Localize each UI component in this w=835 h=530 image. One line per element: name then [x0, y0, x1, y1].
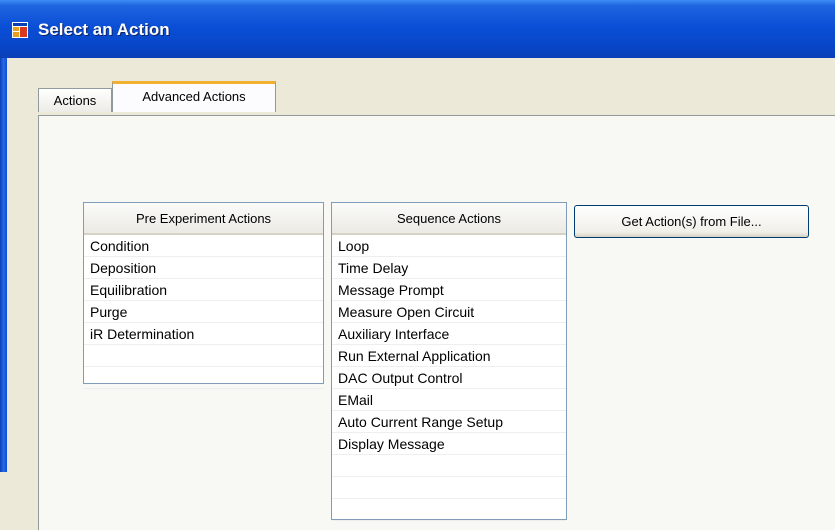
tab-actions[interactable]: Actions [38, 88, 112, 112]
app-window-icon [12, 22, 28, 38]
window-title: Select an Action [38, 20, 170, 39]
title-bar[interactable]: Select an Action [0, 0, 835, 58]
pre-experiment-action-item[interactable]: Purge [84, 301, 323, 323]
pre-experiment-action-item[interactable]: iR Determination [84, 323, 323, 345]
sequence-action-item[interactable] [332, 477, 566, 499]
sequence-action-item[interactable]: Display Message [332, 433, 566, 455]
sequence-action-item[interactable]: Auxiliary Interface [332, 323, 566, 345]
advanced-actions-panel: Pre Experiment Actions Condition Depositi… [38, 115, 835, 530]
select-action-dialog: Select an Action Actions Advanced Action… [0, 0, 835, 530]
sequence-action-item[interactable]: Measure Open Circuit [332, 301, 566, 323]
sequence-actions-header: Sequence Actions [332, 203, 566, 235]
sequence-action-item[interactable]: Run External Application [332, 345, 566, 367]
pre-experiment-action-item[interactable] [84, 367, 323, 389]
sequence-action-item[interactable]: Auto Current Range Setup [332, 411, 566, 433]
sequence-action-item[interactable]: Time Delay [332, 257, 566, 279]
sequence-action-item[interactable]: Loop [332, 235, 566, 257]
pre-experiment-action-item[interactable]: Deposition [84, 257, 323, 279]
pre-experiment-actions-header: Pre Experiment Actions [84, 203, 323, 235]
window-frame [0, 58, 7, 472]
sequence-actions-list[interactable]: Sequence Actions Loop Time Delay Message P… [331, 202, 567, 521]
sequence-action-item[interactable]: DAC Output Control [332, 367, 566, 389]
sequence-action-item[interactable] [332, 455, 566, 477]
pre-experiment-actions-list[interactable]: Pre Experiment Actions Condition Depositi… [83, 202, 324, 389]
pre-experiment-action-item[interactable]: Equilibration [84, 279, 323, 301]
pre-experiment-action-item[interactable]: Condition [84, 235, 323, 257]
sequence-action-item[interactable]: Message Prompt [332, 279, 566, 301]
get-actions-from-file-button[interactable]: Get Action(s) from File... [574, 205, 809, 238]
pre-experiment-action-item[interactable] [84, 345, 323, 367]
dialog-client-area: Actions Advanced Actions Pre Experiment … [7, 58, 835, 530]
tab-advanced-actions[interactable]: Advanced Actions [112, 81, 276, 112]
sequence-action-item[interactable] [332, 499, 566, 521]
sequence-action-item[interactable]: EMail [332, 389, 566, 411]
